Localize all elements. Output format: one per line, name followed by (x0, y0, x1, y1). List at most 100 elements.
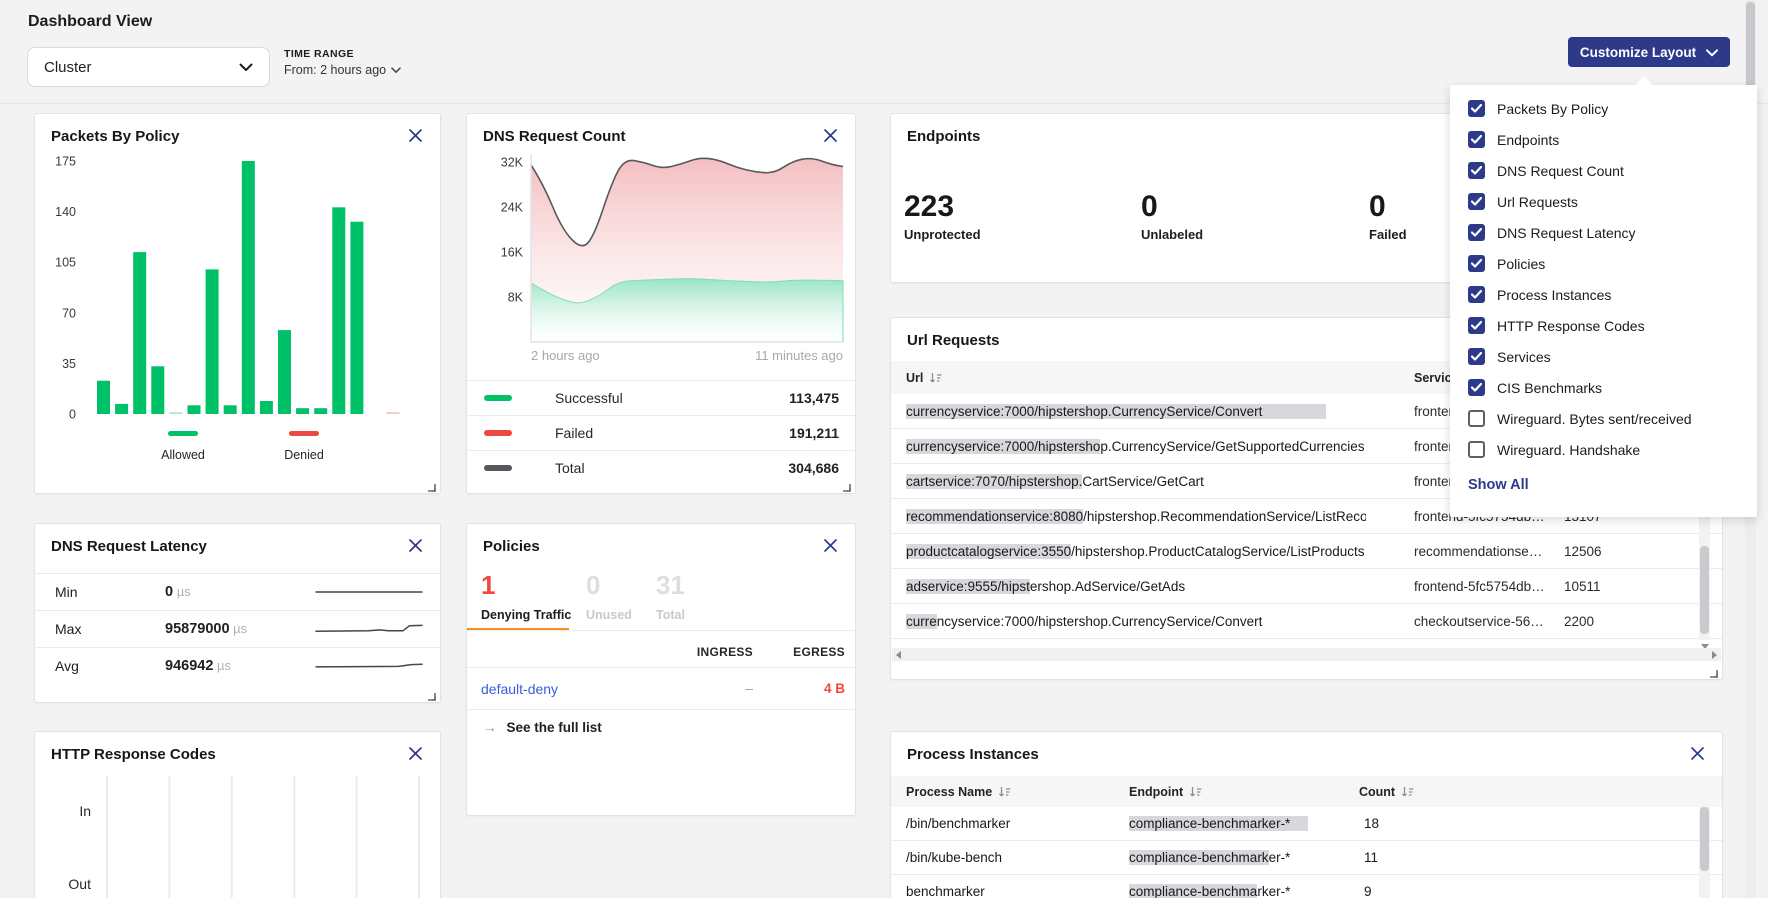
scrollbar-thumb[interactable] (1700, 546, 1709, 634)
stat-value: 223 (904, 192, 981, 222)
time-range: TIME RANGE From: 2 hours ago (284, 48, 401, 77)
policies-tab-unused[interactable]: 0 Unused (586, 572, 656, 622)
url-table-row: currencyservice:7000/hipstershop.Currenc… (891, 604, 1722, 639)
menu-item-packets-by-policy[interactable]: Packets By Policy (1450, 93, 1757, 124)
sort-icon (998, 786, 1011, 798)
menu-item-services[interactable]: Services (1450, 341, 1757, 372)
close-icon[interactable] (1690, 746, 1706, 762)
menu-item-wireguard-bytes-sent-received[interactable]: Wireguard. Bytes sent/received (1450, 403, 1757, 434)
page-title: Dashboard View (28, 13, 152, 31)
card-title: DNS Request Latency (51, 538, 207, 555)
checkbox-icon[interactable] (1468, 441, 1485, 458)
close-icon[interactable] (823, 128, 839, 144)
checkbox-icon[interactable] (1468, 379, 1485, 396)
column-header-egress[interactable]: EGRESS (753, 645, 845, 659)
policies-tab-total[interactable]: 31 Total (656, 572, 736, 622)
arrow-right-icon: → (483, 720, 497, 735)
column-header-url[interactable]: Url (906, 371, 1366, 385)
latency-row-avg: Avg 946942 µs (35, 647, 440, 684)
resize-handle-icon[interactable] (426, 688, 436, 698)
svg-text:140: 140 (55, 205, 76, 219)
process-name-cell: /bin/benchmarker (906, 816, 1121, 831)
policies-tab-denying-traffic[interactable]: 1 Denying Traffic (481, 572, 586, 622)
menu-item-wireguard-handshake[interactable]: Wireguard. Handshake (1450, 434, 1757, 465)
column-header-count[interactable]: Count (1359, 785, 1414, 799)
process-table-row: benchmarker compliance-benchmarker-* 9 (891, 875, 1722, 898)
process-table-row: /bin/benchmarker compliance-benchmarker-… (891, 807, 1722, 841)
tab-label: Unused (586, 608, 656, 622)
svg-text:2 hours ago: 2 hours ago (531, 348, 600, 363)
column-header-ingress[interactable]: INGRESS (661, 645, 753, 659)
menu-item-label: Packets By Policy (1497, 101, 1608, 117)
checkbox-icon[interactable] (1468, 348, 1485, 365)
resize-handle-icon[interactable] (841, 479, 851, 489)
endpoint-stat-unlabeled: 0 Unlabeled (1141, 192, 1203, 242)
close-icon[interactable] (408, 746, 424, 762)
menu-item-dns-request-count[interactable]: DNS Request Count (1450, 155, 1757, 186)
checkbox-icon[interactable] (1468, 255, 1485, 272)
column-header-process-name[interactable]: Process Name (906, 785, 1121, 799)
svg-text:32K: 32K (501, 156, 524, 170)
checkbox-icon[interactable] (1468, 410, 1485, 427)
count-cell: 11 (1364, 850, 1722, 865)
checkbox-icon[interactable] (1468, 193, 1485, 210)
time-range-label: TIME RANGE (284, 48, 401, 60)
url-cell: currencyservice:7000/hipstershop.Currenc… (906, 614, 1366, 629)
checkbox-icon[interactable] (1468, 131, 1485, 148)
service-cell: frontend-5fc5754db… (1414, 579, 1554, 594)
url-cell: cartservice:7070/hipstershop.CartService… (906, 474, 1366, 489)
legend-swatch-icon (484, 430, 512, 436)
scroll-right-icon[interactable] (1712, 651, 1717, 659)
sort-icon (1401, 786, 1414, 798)
scroll-left-icon[interactable] (896, 651, 901, 659)
view-selector[interactable]: Cluster (27, 47, 270, 87)
url-cell: currencyservice:7000/hipstershop.Currenc… (906, 439, 1366, 454)
svg-text:35: 35 (62, 357, 76, 371)
menu-item-policies[interactable]: Policies (1450, 248, 1757, 279)
checkbox-icon[interactable] (1468, 100, 1485, 117)
scrollbar-thumb[interactable] (1700, 807, 1709, 871)
menu-item-process-instances[interactable]: Process Instances (1450, 279, 1757, 310)
customize-layout-button[interactable]: Customize Layout (1568, 37, 1730, 67)
show-all-link[interactable]: Show All (1468, 477, 1529, 493)
menu-item-label: Services (1497, 349, 1551, 365)
sort-icon (929, 372, 942, 384)
menu-item-dns-request-latency[interactable]: DNS Request Latency (1450, 217, 1757, 248)
close-icon[interactable] (408, 128, 424, 144)
checkbox-icon[interactable] (1468, 162, 1485, 179)
process-table-scrollbar[interactable] (1699, 807, 1710, 898)
menu-item-label: Process Instances (1497, 287, 1611, 303)
menu-item-cis-benchmarks[interactable]: CIS Benchmarks (1450, 372, 1757, 403)
checkbox-icon[interactable] (1468, 286, 1485, 303)
legend-value: 113,475 (789, 390, 839, 406)
latency-sparkline (314, 580, 424, 604)
resize-handle-icon[interactable] (1708, 665, 1718, 675)
checkbox-icon[interactable] (1468, 317, 1485, 334)
count-cell: 12506 (1564, 544, 1634, 559)
menu-item-label: DNS Request Count (1497, 163, 1624, 179)
menu-item-endpoints[interactable]: Endpoints (1450, 124, 1757, 155)
stat-value: 0 (1369, 192, 1407, 222)
card-title: HTTP Response Codes (51, 746, 216, 763)
menu-item-url-requests[interactable]: Url Requests (1450, 186, 1757, 217)
column-header-endpoint[interactable]: Endpoint (1129, 785, 1359, 799)
url-table-horizontal-scrollbar[interactable] (892, 648, 1721, 661)
svg-text:16K: 16K (501, 246, 524, 260)
url-table-row: adservice:9555/hipstershop.AdService/Get… (891, 569, 1722, 604)
card-title: Process Instances (907, 746, 1039, 763)
menu-item-http-response-codes[interactable]: HTTP Response Codes (1450, 310, 1757, 341)
tab-count: 0 (586, 572, 656, 598)
process-instances-card: Process Instances Process Name Endpoint … (890, 731, 1723, 898)
svg-text:Out: Out (68, 876, 91, 892)
url-table-row: productcatalogservice:3550/hipstershop.P… (891, 534, 1722, 569)
process-table-header: Process Name Endpoint Count (891, 776, 1722, 807)
resize-handle-icon[interactable] (426, 479, 436, 489)
close-icon[interactable] (408, 538, 424, 554)
close-icon[interactable] (823, 538, 839, 554)
see-full-list-link[interactable]: → See the full list (483, 720, 602, 735)
time-range-value[interactable]: From: 2 hours ago (284, 63, 401, 77)
process-name-cell: benchmarker (906, 884, 1121, 898)
checkbox-icon[interactable] (1468, 224, 1485, 241)
policy-link[interactable]: default-deny (481, 681, 661, 697)
card-title: Endpoints (907, 128, 980, 145)
